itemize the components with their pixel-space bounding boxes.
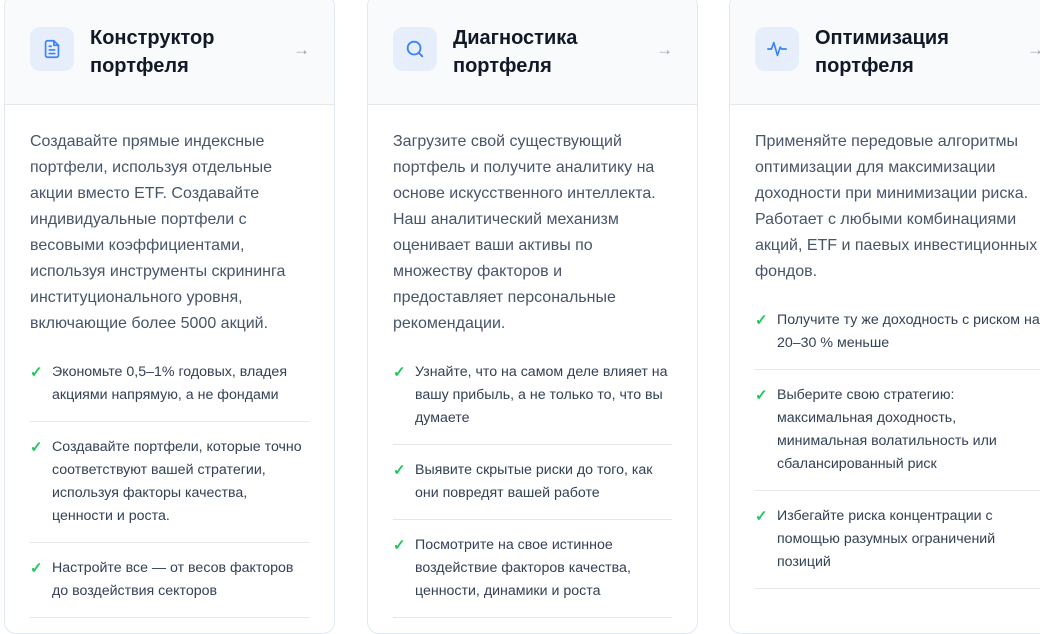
feature-item: ✓ Экономьте 0,5–1% годовых, владея акция… xyxy=(30,361,309,422)
feature-text: Выберите свою стратегию: максимальная до… xyxy=(777,387,997,472)
card-body: Применяйте передовые алгоритмы оптимизац… xyxy=(730,105,1040,589)
document-icon xyxy=(30,27,74,71)
feature-text: Выявите скрытые риски до того, как они п… xyxy=(415,462,653,501)
card-title: Конструктор портфеля xyxy=(90,27,215,77)
card-header[interactable]: Конструктор портфеля → xyxy=(5,0,334,105)
feature-item: ✓ Избегайте риска концентрации с помощью… xyxy=(755,491,1040,589)
feature-text: Экономьте 0,5–1% годовых, владея акциями… xyxy=(52,364,287,403)
card-body: Создавайте прямые индексные портфели, ис… xyxy=(5,105,334,618)
card-title: Оптимизация портфеля xyxy=(815,27,949,77)
feature-item: ✓ Получите ту же доходность с риском на … xyxy=(755,309,1040,370)
card-description: Загрузите свой существующий портфель и п… xyxy=(393,133,656,332)
feature-item: ✓ Выявите скрытые риски до того, как они… xyxy=(393,445,672,520)
check-icon: ✓ xyxy=(393,364,406,381)
card-header[interactable]: Диагностика портфеля → xyxy=(368,0,697,105)
check-icon: ✓ xyxy=(393,462,406,479)
card-description: Применяйте передовые алгоритмы оптимизац… xyxy=(755,133,1038,280)
search-icon xyxy=(393,27,437,71)
check-icon: ✓ xyxy=(755,387,768,404)
feature-item: ✓ Посмотрите на свое истинное воздействи… xyxy=(393,520,672,618)
card-portfolio-optimization[interactable]: Оптимизация портфеля → Применяйте передо… xyxy=(729,0,1040,634)
feature-text: Получите ту же доходность с риском на 20… xyxy=(777,312,1040,351)
feature-list: ✓ Экономьте 0,5–1% годовых, владея акция… xyxy=(30,361,309,618)
feature-list: ✓ Узнайте, что на самом деле влияет на в… xyxy=(393,361,672,618)
feature-item: ✓ Настройте все — от весов факторов до в… xyxy=(30,543,309,618)
feature-text: Настройте все — от весов факторов до воз… xyxy=(52,560,294,599)
feature-text: Посмотрите на свое истинное воздействие … xyxy=(415,537,631,599)
check-icon: ✓ xyxy=(755,312,768,329)
card-portfolio-diagnostics[interactable]: Диагностика портфеля → Загрузите свой су… xyxy=(367,0,698,634)
check-icon: ✓ xyxy=(755,508,768,525)
check-icon: ✓ xyxy=(30,560,43,577)
card-description: Создавайте прямые индексные портфели, ис… xyxy=(30,133,286,332)
check-icon: ✓ xyxy=(393,537,406,554)
check-icon: ✓ xyxy=(30,364,43,381)
arrow-right-icon[interactable]: → xyxy=(1027,40,1040,60)
check-icon: ✓ xyxy=(30,439,43,456)
card-header[interactable]: Оптимизация портфеля → xyxy=(730,0,1040,105)
activity-icon xyxy=(755,27,799,71)
card-portfolio-builder[interactable]: Конструктор портфеля → Создавайте прямые… xyxy=(4,0,335,634)
card-body: Загрузите свой существующий портфель и п… xyxy=(368,105,697,618)
arrow-right-icon[interactable]: → xyxy=(293,40,310,60)
card-title: Диагностика портфеля xyxy=(453,27,578,77)
feature-item: ✓ Выберите свою стратегию: максимальная … xyxy=(755,370,1040,491)
feature-item: ✓ Узнайте, что на самом деле влияет на в… xyxy=(393,361,672,445)
feature-text: Избегайте риска концентрации с помощью р… xyxy=(777,508,996,570)
feature-item: ✓ Создавайте портфели, которые точно соо… xyxy=(30,422,309,543)
feature-text: Узнайте, что на самом деле влияет на ваш… xyxy=(415,364,668,426)
feature-text: Создавайте портфели, которые точно соотв… xyxy=(52,439,302,524)
feature-list: ✓ Получите ту же доходность с риском на … xyxy=(755,309,1040,589)
arrow-right-icon[interactable]: → xyxy=(656,40,673,60)
